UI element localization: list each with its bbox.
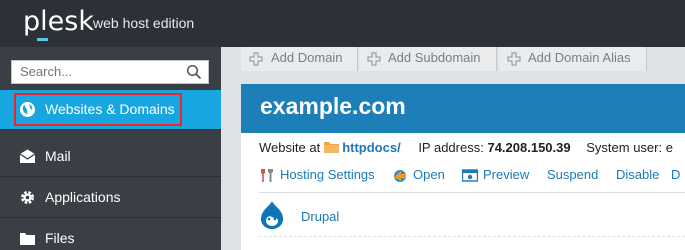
system-user-label: System user: e bbox=[586, 140, 673, 155]
domain-header: example.com bbox=[241, 84, 685, 133]
nav-divider bbox=[0, 129, 221, 130]
nav-divider bbox=[0, 176, 221, 177]
sidebar-item-files[interactable]: Files bbox=[0, 219, 221, 250]
domain-panel: Website at httpdocs/ IP address: 74.208.1… bbox=[241, 133, 685, 250]
plus-icon bbox=[507, 52, 521, 66]
mail-icon bbox=[19, 149, 36, 163]
tab-label: Add Domain bbox=[271, 50, 343, 65]
sidebar-item-applications[interactable]: Applications bbox=[0, 178, 221, 217]
plus-icon bbox=[367, 52, 381, 66]
folder-icon bbox=[20, 233, 35, 245]
nav-divider bbox=[0, 217, 221, 218]
docroot-link[interactable]: httpdocs/ bbox=[342, 140, 401, 155]
add-domain-alias-button[interactable]: Add Domain Alias bbox=[499, 47, 647, 71]
action-label: D bbox=[671, 167, 681, 182]
sidebar-item-label: Files bbox=[45, 230, 75, 246]
search-icon[interactable] bbox=[186, 64, 202, 80]
section-divider bbox=[259, 192, 685, 193]
action-label: Preview bbox=[483, 167, 530, 182]
action-label: Open bbox=[413, 167, 445, 182]
tab-label: Add Domain Alias bbox=[528, 50, 631, 65]
sidebar-item-label: Applications bbox=[45, 189, 121, 205]
wrench-icon bbox=[261, 169, 273, 182]
tab-label: Add Subdomain bbox=[388, 50, 481, 65]
preview-icon bbox=[462, 169, 478, 182]
action-label: Disable bbox=[616, 167, 660, 182]
search-box[interactable] bbox=[11, 60, 209, 84]
domain-title: example.com bbox=[260, 93, 406, 119]
folder-icon bbox=[324, 142, 340, 153]
app-divider bbox=[259, 236, 685, 237]
action-label: Hosting Settings bbox=[280, 167, 375, 182]
website-at-label: Website at bbox=[259, 140, 321, 155]
logo-accent bbox=[37, 38, 48, 41]
top-bar: plesk web host edition bbox=[0, 0, 685, 47]
domain-info: Website at httpdocs/ IP address: 74.208.1… bbox=[259, 140, 673, 155]
sidebar-item-mail[interactable]: Mail bbox=[0, 137, 221, 176]
sidebar-item-label: Websites & Domains bbox=[45, 101, 175, 117]
drupal-link[interactable]: Drupal bbox=[301, 209, 339, 224]
ip-label: IP address: bbox=[418, 140, 484, 155]
ip-value: 74.208.150.39 bbox=[487, 140, 571, 155]
main-content: Add Domain Add Subdomain Add Domain Alia… bbox=[221, 47, 685, 250]
globe-icon bbox=[20, 102, 35, 117]
open-icon bbox=[394, 170, 406, 182]
edition-label: web host edition bbox=[93, 15, 195, 31]
plus-icon bbox=[249, 52, 263, 66]
plesk-logo[interactable]: plesk bbox=[23, 6, 94, 38]
gear-icon bbox=[21, 191, 34, 204]
sidebar-item-label: Mail bbox=[45, 148, 71, 164]
add-subdomain-button[interactable]: Add Subdomain bbox=[359, 47, 497, 71]
sidebar: Websites & Domains Mail Applications Fil… bbox=[0, 47, 221, 250]
action-label: Suspend bbox=[547, 167, 599, 182]
search-input[interactable] bbox=[20, 64, 180, 79]
sidebar-item-websites-domains[interactable]: Websites & Domains bbox=[0, 90, 221, 129]
add-domain-button[interactable]: Add Domain bbox=[241, 47, 358, 71]
drupal-icon bbox=[261, 201, 283, 229]
